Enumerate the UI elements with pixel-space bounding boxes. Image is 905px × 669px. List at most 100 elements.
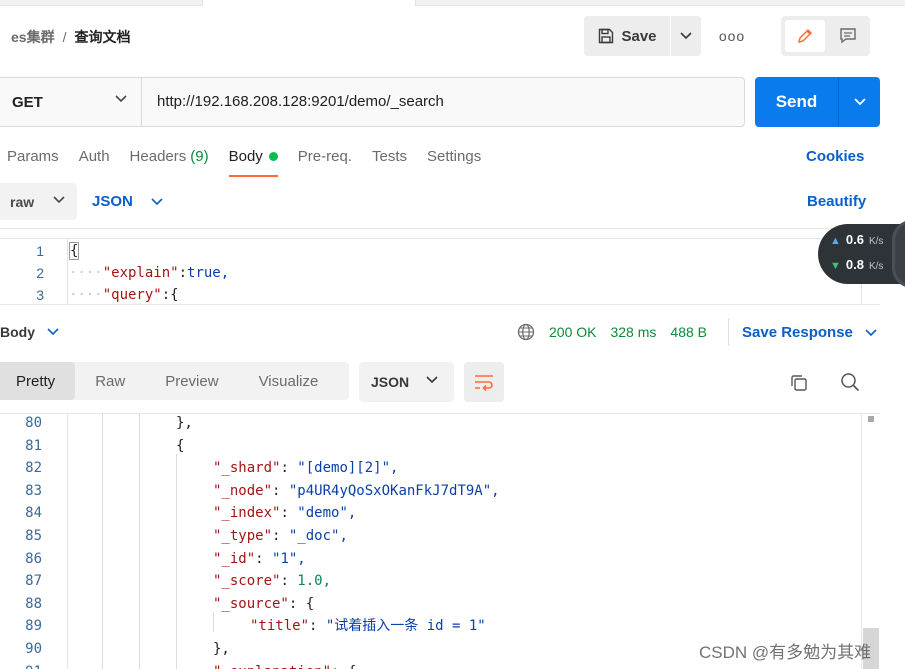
chevron-down-icon	[426, 376, 438, 384]
json-separator: :	[331, 664, 348, 669]
network-speed-widget[interactable]: ▲ 0.6 K/s ▼ 0.8 K/s	[818, 220, 905, 288]
code-line: 2 ····"explain":true,	[0, 262, 862, 284]
breadcrumb-collection[interactable]: es集群	[11, 27, 55, 47]
json-value: },	[176, 415, 193, 431]
tab-label: Tests	[371, 148, 407, 165]
body-type-select[interactable]: raw	[0, 183, 77, 220]
send-button[interactable]: Send	[755, 77, 838, 127]
json-value: "[demo][2]",	[297, 460, 399, 477]
tab-raw[interactable]: Raw	[75, 362, 145, 400]
send-options-button[interactable]	[839, 77, 880, 127]
code-value: true,	[187, 265, 230, 281]
tab-pre-request[interactable]: Pre-req.	[298, 148, 352, 178]
method-label: GET	[12, 93, 43, 111]
tab-label: Auth	[78, 148, 110, 165]
line-number: 91	[0, 661, 42, 669]
response-line: 83 "_node": "p4UR4yQoSxOKanFkJ7dT9A",	[0, 480, 862, 503]
search-button[interactable]	[837, 369, 863, 395]
indent-dots: ····	[69, 287, 103, 303]
code-key: "query"	[102, 287, 162, 303]
more-options-button[interactable]: ooo	[718, 22, 746, 50]
chevron-down-icon	[115, 95, 127, 103]
code-text: },	[213, 638, 230, 661]
json-separator: :	[272, 528, 289, 544]
method-select[interactable]: GET	[0, 78, 142, 126]
tab-preview[interactable]: Preview	[145, 362, 238, 400]
scrollbar-arrow[interactable]	[868, 416, 874, 422]
tab-auth[interactable]: Auth	[79, 148, 110, 178]
json-key: "title"	[250, 618, 310, 635]
code-line: 1 {	[0, 240, 862, 262]
code-text: ····"explain":true,	[69, 262, 229, 284]
save-icon	[599, 28, 614, 44]
headers-count: (9)	[190, 148, 209, 165]
url-input[interactable]: http://192.168.208.128:9201/demo/_search	[157, 93, 444, 110]
response-body-viewer[interactable]: 80}, 81 {82 "_shard": "[demo][2]", 83 "_node"…	[0, 413, 880, 669]
tab-params[interactable]: Params	[7, 148, 59, 178]
active-request-tab[interactable]	[202, 0, 416, 6]
response-body-select[interactable]: Body	[0, 324, 59, 340]
comments-button[interactable]	[829, 20, 867, 52]
speed-ball-icon	[892, 220, 905, 288]
wrap-lines-button[interactable]	[464, 362, 504, 402]
tab-label: Body	[228, 148, 263, 165]
json-key: "_source"	[213, 595, 289, 612]
json-separator: :	[280, 505, 298, 522]
response-format-select[interactable]: JSON	[359, 362, 454, 402]
breadcrumb: es集群 / 查询文档	[11, 27, 130, 47]
edit-mode-button[interactable]	[785, 20, 825, 52]
line-number: 88	[25, 595, 42, 612]
response-time[interactable]: 328 ms	[610, 324, 656, 340]
response-size[interactable]: 488 B	[670, 324, 707, 340]
save-button[interactable]: Save	[584, 16, 670, 56]
line-number: 2	[36, 265, 44, 281]
response-line: 82 "_shard": "[demo][2]",	[0, 457, 862, 480]
response-line: 89 "title": "试着插入一条 id = 1"	[0, 615, 862, 638]
code-text: "_shard": "[demo][2]",	[213, 457, 398, 480]
tab-headers[interactable]: Headers (9)	[130, 148, 209, 178]
save-label: Save	[621, 27, 657, 45]
tab-label: Headers	[129, 148, 187, 165]
code-line: 3 ····"query":{	[0, 284, 862, 304]
response-line: 81 {	[0, 435, 862, 458]
body-format-select[interactable]: JSON	[92, 193, 163, 210]
beautify-link[interactable]: Beautify	[807, 193, 866, 210]
response-line: 87 "_score": 1.0,	[0, 570, 862, 593]
request-name[interactable]: 查询文档	[74, 27, 130, 47]
response-view-tabs: Pretty Raw Preview Visualize	[0, 362, 349, 400]
json-key: "_node"	[213, 482, 273, 499]
line-number: 87	[25, 573, 42, 590]
cookies-link[interactable]: Cookies	[806, 148, 864, 165]
response-meta: 200 OK 328 ms 488 B	[517, 323, 707, 341]
line-number: 81	[25, 437, 42, 454]
upload-unit: K/s	[868, 236, 884, 247]
tab-visualize[interactable]: Visualize	[239, 362, 339, 400]
tab-body[interactable]: Body	[228, 148, 279, 178]
save-response-button[interactable]: Save Response	[742, 324, 877, 341]
response-body-label: Body	[0, 324, 35, 340]
json-value: "1",	[272, 550, 306, 567]
response-format-label: JSON	[371, 374, 410, 390]
body-format-label: JSON	[92, 193, 133, 210]
code-text: "_explanation": {	[213, 661, 356, 669]
json-key: "_score"	[213, 573, 281, 590]
tab-pretty[interactable]: Pretty	[0, 362, 76, 400]
globe-icon[interactable]	[517, 323, 535, 341]
code-sep: :	[161, 287, 171, 303]
json-separator: :	[255, 550, 273, 567]
code-text: "_type": "_doc",	[213, 525, 348, 548]
chevron-down-icon	[680, 32, 692, 40]
send-group: Send	[755, 77, 880, 127]
json-value: {	[305, 595, 315, 612]
code-text: },	[176, 414, 193, 435]
tab-settings[interactable]: Settings	[427, 148, 481, 178]
tab-tests[interactable]: Tests	[372, 148, 407, 178]
json-separator: :	[309, 618, 326, 635]
upload-speed: ▲ 0.6 K/s	[830, 232, 883, 247]
status-code[interactable]: 200 OK	[549, 324, 596, 340]
copy-button[interactable]	[786, 370, 812, 396]
save-options-button[interactable]	[671, 16, 701, 56]
request-body-editor[interactable]: 1 { 2 ····"explain":true, 3 ····"query":…	[0, 238, 880, 305]
chevron-down-icon	[47, 328, 59, 336]
code-text: "title": "试着插入一条 id = 1"	[250, 615, 486, 638]
